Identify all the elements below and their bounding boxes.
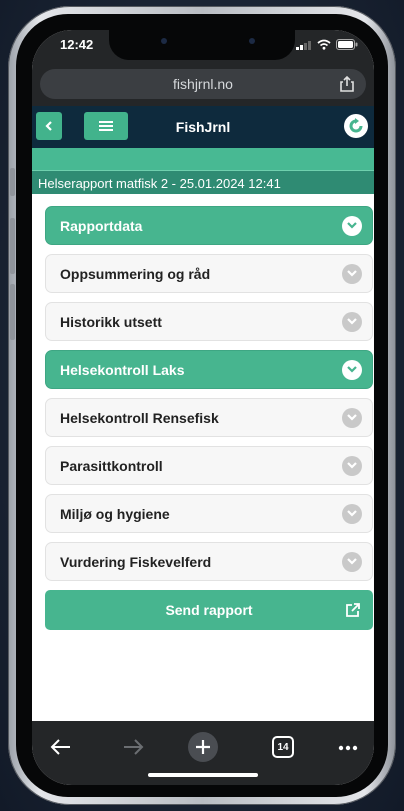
browser-forward-button[interactable]: [122, 738, 144, 756]
more-dots-icon: [338, 745, 358, 751]
app-header: FishJrnl: [32, 106, 374, 148]
chevron-down-icon: [342, 263, 362, 284]
external-link-icon: [346, 603, 360, 617]
report-title-bar: Helserapport matfisk 2 - 25.01.2024 12:4…: [32, 170, 374, 195]
arrow-left-icon: [50, 739, 70, 755]
tabs-button[interactable]: 14: [272, 736, 294, 758]
browser-toolbar: 14: [32, 721, 374, 785]
share-icon[interactable]: [338, 75, 356, 93]
sensor-dot: [161, 38, 167, 44]
status-time: 12:42: [60, 37, 94, 52]
refresh-button[interactable]: [344, 114, 368, 138]
app-title: FishJrnl: [175, 119, 231, 135]
system-icons: [296, 39, 358, 50]
new-tab-button[interactable]: [188, 732, 218, 762]
notch: [109, 30, 295, 60]
signal-icon: [296, 40, 311, 50]
plus-icon: [196, 740, 210, 754]
section-helsekontroll-rensefisk[interactable]: Helsekontroll Rensefisk: [45, 398, 373, 437]
send-report-label: Send rapport: [165, 602, 253, 618]
report-sections: Rapportdata Oppsummering og råd Historik…: [32, 194, 374, 721]
report-title: Helserapport matfisk 2 - 25.01.2024 12:4…: [38, 176, 281, 191]
volume-up-button: [10, 218, 15, 274]
section-label: Parasittkontroll: [60, 457, 163, 474]
volume-down-button: [10, 284, 15, 340]
battery-icon: [336, 39, 358, 50]
section-label: Vurdering Fiskevelferd: [60, 553, 212, 570]
section-oppsummering[interactable]: Oppsummering og råd: [45, 254, 373, 293]
section-label: Miljø og hygiene: [60, 505, 170, 522]
section-label: Historikk utsett: [60, 313, 162, 330]
section-label: Oppsummering og råd: [60, 265, 211, 282]
section-parasittkontroll[interactable]: Parasittkontroll: [45, 446, 373, 485]
camera-dot: [249, 38, 255, 44]
more-options-button[interactable]: [338, 745, 358, 751]
section-label: Helsekontroll Laks: [60, 361, 185, 378]
wifi-icon: [317, 39, 331, 50]
chevron-down-icon: [342, 551, 362, 572]
url-text[interactable]: fishjrnl.no: [40, 76, 366, 92]
chevron-down-icon: [342, 311, 362, 332]
arrow-right-icon: [124, 739, 144, 755]
section-label: Helsekontroll Rensefisk: [60, 409, 219, 426]
send-report-button[interactable]: Send rapport: [45, 590, 373, 630]
chevron-down-icon: [342, 503, 362, 524]
section-label: Rapportdata: [60, 217, 143, 234]
refresh-icon: [349, 118, 363, 133]
subheader-band: [32, 148, 374, 170]
address-bar[interactable]: fishjrnl.no: [40, 69, 366, 99]
status-bar: 12:42: [32, 30, 374, 64]
section-helsekontroll-laks[interactable]: Helsekontroll Laks: [45, 350, 373, 389]
chevron-down-icon: [342, 359, 362, 380]
browser-address-area: fishjrnl.no: [32, 64, 374, 106]
section-rapportdata[interactable]: Rapportdata: [45, 206, 373, 245]
phone-screen: 12:42 fishjrnl.no FishJrnl Helserapport …: [32, 30, 374, 785]
chevron-down-icon: [342, 455, 362, 476]
chevron-down-icon: [342, 215, 362, 236]
section-vurdering-fiskevelferd[interactable]: Vurdering Fiskevelferd: [45, 542, 373, 581]
tab-count: 14: [272, 736, 294, 758]
browser-back-button[interactable]: [50, 738, 72, 756]
silent-switch: [10, 168, 15, 196]
section-historikk[interactable]: Historikk utsett: [45, 302, 373, 341]
chevron-down-icon: [342, 407, 362, 428]
section-miljo-hygiene[interactable]: Miljø og hygiene: [45, 494, 373, 533]
home-indicator: [148, 773, 258, 777]
